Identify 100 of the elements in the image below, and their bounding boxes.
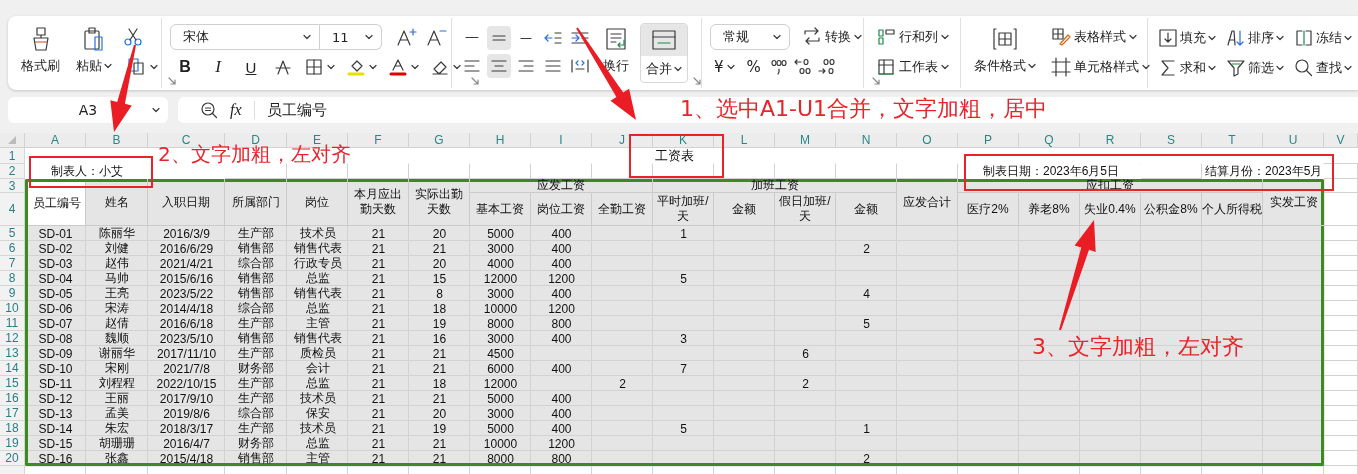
column-header[interactable]: I <box>531 133 592 148</box>
row-header[interactable]: 13 <box>0 346 25 361</box>
row-header[interactable]: 15 <box>0 376 25 391</box>
convert-button[interactable]: 转换 <box>798 24 866 50</box>
caret-icon <box>453 64 461 70</box>
row-header[interactable]: 1 <box>0 148 25 164</box>
header-cell: 金额 <box>714 193 775 226</box>
font-grow-icon[interactable] <box>396 27 418 47</box>
row-header[interactable]: 3 <box>0 179 25 193</box>
conditional-format-button[interactable]: 条件格式 <box>969 23 1041 85</box>
table-cell-text: 21 <box>370 316 387 331</box>
table-cell-text: SD-07 <box>37 316 74 331</box>
font-size-dropdown[interactable]: 11 <box>320 24 382 50</box>
table-cell-text: 21 <box>370 331 387 346</box>
table-cell-text: 2015/6/16 <box>158 271 215 286</box>
row-header[interactable]: 16 <box>0 391 25 406</box>
header-cell: 实际出勤天数 <box>409 179 470 226</box>
column-header[interactable]: Q <box>1019 133 1080 148</box>
column-header[interactable]: V <box>1324 133 1358 148</box>
row-header[interactable]: 18 <box>0 421 25 436</box>
column-header[interactable]: L <box>714 133 775 148</box>
dialog-launcher-icon[interactable] <box>168 77 176 85</box>
row-header[interactable]: 20 <box>0 451 25 466</box>
zoom-icon[interactable] <box>200 101 218 119</box>
row-header[interactable]: 17 <box>0 406 25 421</box>
table-cell-text: 2016/4/7 <box>162 436 211 451</box>
rows-columns-button[interactable]: 行和列 <box>872 24 953 50</box>
column-header[interactable]: S <box>1141 133 1202 148</box>
column-header[interactable]: P <box>958 133 1019 148</box>
align-button[interactable] <box>487 54 511 78</box>
column-header[interactable]: N <box>836 133 897 148</box>
currency-button[interactable]: ¥ <box>710 54 739 80</box>
decimal-increase-icon[interactable] <box>792 58 813 76</box>
paste-button[interactable]: 粘贴 <box>71 23 117 85</box>
function-label[interactable]: fx <box>230 101 242 119</box>
row-header[interactable]: 8 <box>0 271 25 286</box>
font-shrink-icon[interactable] <box>426 27 448 47</box>
table-cell-text: 20 <box>431 256 448 271</box>
column-header[interactable]: B <box>86 133 148 148</box>
table-cell-text: 3000 <box>486 286 515 301</box>
bold-button[interactable]: B <box>170 54 200 80</box>
dialog-launcher-icon[interactable] <box>471 77 479 85</box>
table-cell-text: 21 <box>431 436 448 451</box>
header-cell: 养老8% <box>1019 193 1080 226</box>
table-cell-text: 销售部 <box>237 286 275 301</box>
underline-button[interactable]: U <box>236 54 266 80</box>
header-cell: 本月应出勤天数 <box>348 179 409 226</box>
name-box[interactable]: A3 <box>8 97 168 123</box>
number-format-dropdown[interactable]: 常规 <box>710 24 790 50</box>
table-cell-text: 12000 <box>482 376 519 391</box>
table-cell-text: 1 <box>679 226 688 241</box>
align-button[interactable] <box>487 26 511 50</box>
cell-style-button[interactable]: 单元格样式 <box>1047 54 1154 80</box>
percent-button[interactable]: % <box>742 54 765 80</box>
table-style-button[interactable]: 表格样式 <box>1047 24 1141 50</box>
row-header[interactable]: 14 <box>0 361 25 376</box>
column-header[interactable]: H <box>470 133 531 148</box>
toolbar-button[interactable]: 冻结 <box>1290 25 1356 51</box>
table-cell-text: 总监 <box>304 436 331 451</box>
thousands-separator-icon[interactable] <box>768 58 789 76</box>
dialog-launcher-icon[interactable] <box>872 77 880 85</box>
row-header[interactable]: 10 <box>0 301 25 316</box>
format-painter-button[interactable]: 格式刷 <box>16 23 65 85</box>
worksheet-button[interactable]: 工作表 <box>872 54 953 80</box>
toolbar-button[interactable]: 求和 <box>1154 55 1220 81</box>
column-header[interactable]: M <box>775 133 836 148</box>
table-brush-icon <box>1051 27 1071 47</box>
scissors-icon[interactable] <box>123 27 143 47</box>
row-header[interactable]: 4 <box>0 193 25 226</box>
toolbar-button[interactable]: 排序 <box>1222 25 1288 51</box>
row-header[interactable]: 12 <box>0 331 25 346</box>
italic-button[interactable]: I <box>203 54 233 80</box>
table-cell-text: 5000 <box>486 226 515 241</box>
column-header[interactable]: R <box>1080 133 1141 148</box>
column-header[interactable]: T <box>1202 133 1263 148</box>
merge-button[interactable]: 合并 <box>640 23 688 83</box>
row-header[interactable]: 7 <box>0 256 25 271</box>
table-cell-text: SD-06 <box>37 301 74 316</box>
sheet-info: 制表人：小艾 <box>25 164 225 179</box>
column-header[interactable]: A <box>25 133 86 148</box>
row-header[interactable]: 2 <box>0 164 25 179</box>
dialog-launcher-icon[interactable] <box>693 77 701 85</box>
column-header[interactable]: J <box>592 133 653 148</box>
decimal-decrease-icon[interactable] <box>816 58 837 76</box>
row-header[interactable]: 11 <box>0 316 25 331</box>
toolbar-button[interactable]: 查找 <box>1290 55 1356 81</box>
caret-icon <box>773 34 781 40</box>
row-header[interactable]: 6 <box>0 241 25 256</box>
column-header[interactable]: U <box>1263 133 1324 148</box>
row-header[interactable]: 19 <box>0 436 25 451</box>
table-cell-text: 4000 <box>486 256 515 271</box>
row-header[interactable]: 9 <box>0 286 25 301</box>
row-header[interactable]: 5 <box>0 226 25 241</box>
caret-icon <box>941 34 949 40</box>
column-header[interactable]: O <box>897 133 958 148</box>
table-cell-text: 谢丽华 <box>98 346 136 361</box>
column-header[interactable]: G <box>409 133 470 148</box>
font-name-dropdown[interactable]: 宋体 <box>170 24 320 50</box>
toolbar-button[interactable]: 筛选 <box>1222 55 1288 81</box>
toolbar-button[interactable]: 填充 <box>1154 25 1220 51</box>
